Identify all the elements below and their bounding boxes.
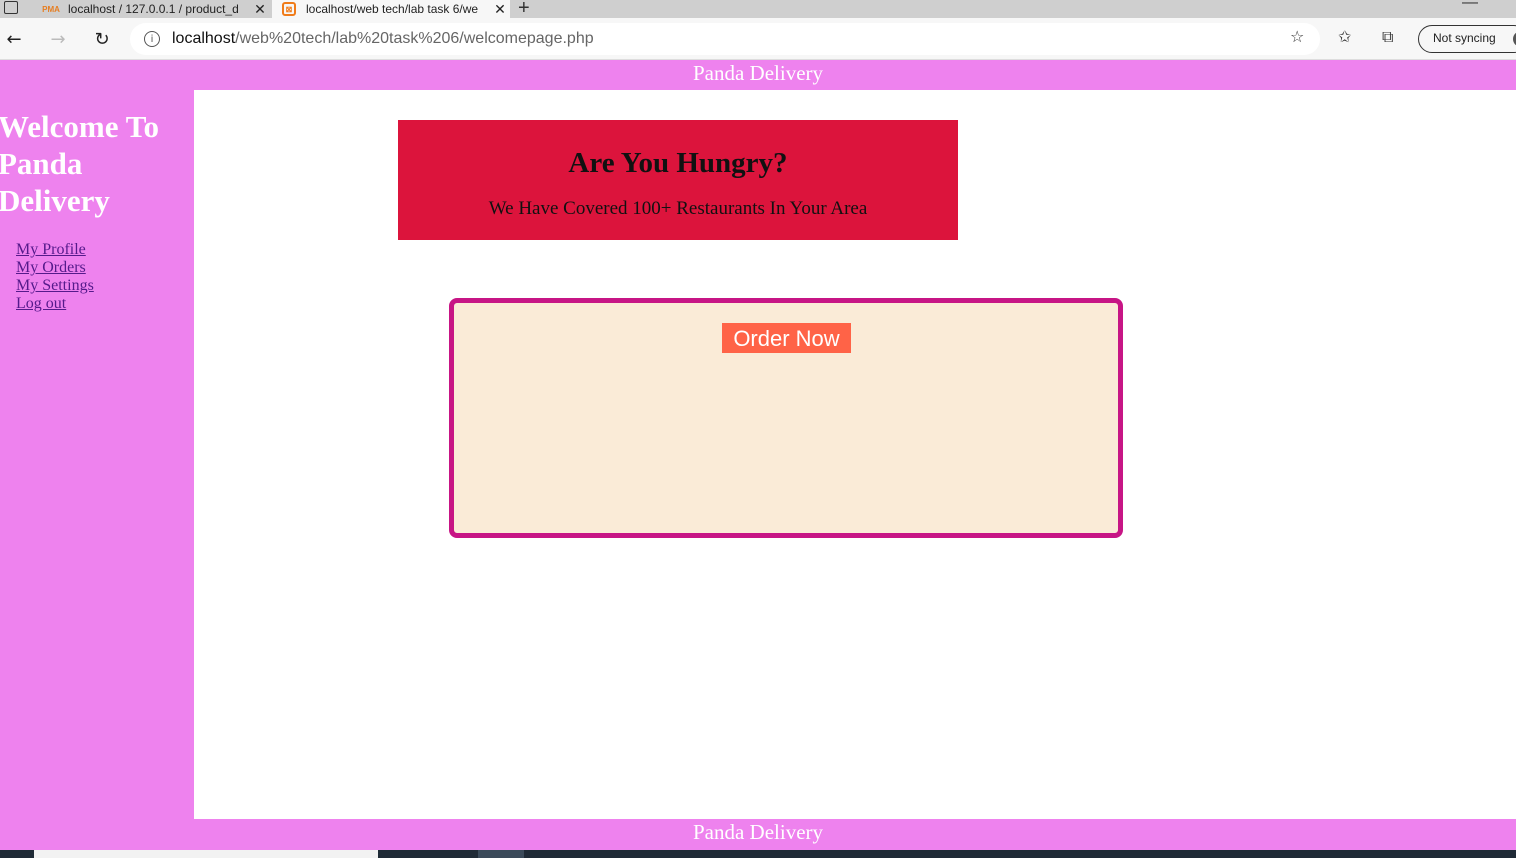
browser-tab-phpmyadmin[interactable]: PMA localhost / 127.0.0.1 / product_d ✕: [34, 0, 270, 18]
collections-icon[interactable]: ⧉: [1382, 27, 1393, 47]
taskbar-search[interactable]: [34, 850, 378, 858]
tab-title: localhost/web tech/lab task 6/we: [306, 2, 479, 16]
sync-label: Not syncing: [1433, 31, 1496, 45]
address-bar[interactable]: i localhost/web%20tech/lab%20task%206/we…: [130, 23, 1320, 55]
profile-sync-button[interactable]: Not syncing: [1418, 25, 1516, 53]
close-icon[interactable]: ✕: [490, 1, 510, 18]
forward-icon[interactable]: →: [46, 27, 70, 51]
sidebar-link-my-settings[interactable]: My Settings: [16, 277, 94, 295]
sidebar-link-my-orders[interactable]: My Orders: [16, 259, 94, 277]
url-host: localhost: [172, 30, 236, 47]
order-panel: Order Now: [449, 298, 1123, 538]
site-footer: Panda Delivery: [0, 819, 1516, 850]
sidebar: Welcome To Panda Delivery My Profile My …: [0, 90, 194, 819]
sidebar-title: Welcome To Panda Delivery: [0, 109, 160, 218]
tab-actions-icon[interactable]: [4, 1, 18, 14]
browser-tab-strip: PMA localhost / 127.0.0.1 / product_d ✕ …: [0, 0, 1516, 20]
browser-toolbar: ← → ↻ i localhost/web%20tech/lab%20task%…: [0, 18, 1516, 60]
os-taskbar: [0, 850, 1516, 858]
hungry-banner: Are You Hungry? We Have Covered 100+ Res…: [398, 120, 958, 240]
sidebar-link-my-profile[interactable]: My Profile: [16, 241, 94, 259]
order-now-button[interactable]: Order Now: [722, 323, 851, 353]
add-favorite-icon[interactable]: ☆: [1290, 27, 1304, 46]
info-icon[interactable]: i: [144, 31, 160, 47]
banner-subtext: We Have Covered 100+ Restaurants In Your…: [488, 198, 868, 219]
xampp-icon: ⊠: [282, 2, 296, 16]
banner-heading: Are You Hungry?: [568, 147, 788, 179]
new-tab-icon[interactable]: +: [518, 0, 530, 20]
site-header: Panda Delivery: [0, 60, 1516, 90]
url-path: /web%20tech/lab%20task%206/welcomepage.p…: [235, 30, 594, 47]
favorites-icon[interactable]: ✩: [1338, 27, 1351, 46]
tab-title: localhost / 127.0.0.1 / product_d: [68, 2, 239, 16]
browser-tab-welcomepage[interactable]: ⊠ localhost/web tech/lab task 6/we ✕: [272, 0, 510, 18]
sidebar-link-log-out[interactable]: Log out: [16, 295, 94, 313]
sidebar-nav: My Profile My Orders My Settings Log out: [16, 241, 94, 313]
minimize-icon[interactable]: —: [1462, 0, 1478, 12]
close-icon[interactable]: ✕: [250, 1, 270, 18]
phpmyadmin-icon: PMA: [42, 4, 60, 14]
taskbar-active-app[interactable]: [478, 850, 524, 858]
back-icon[interactable]: ←: [2, 27, 26, 51]
refresh-icon[interactable]: ↻: [90, 27, 114, 51]
